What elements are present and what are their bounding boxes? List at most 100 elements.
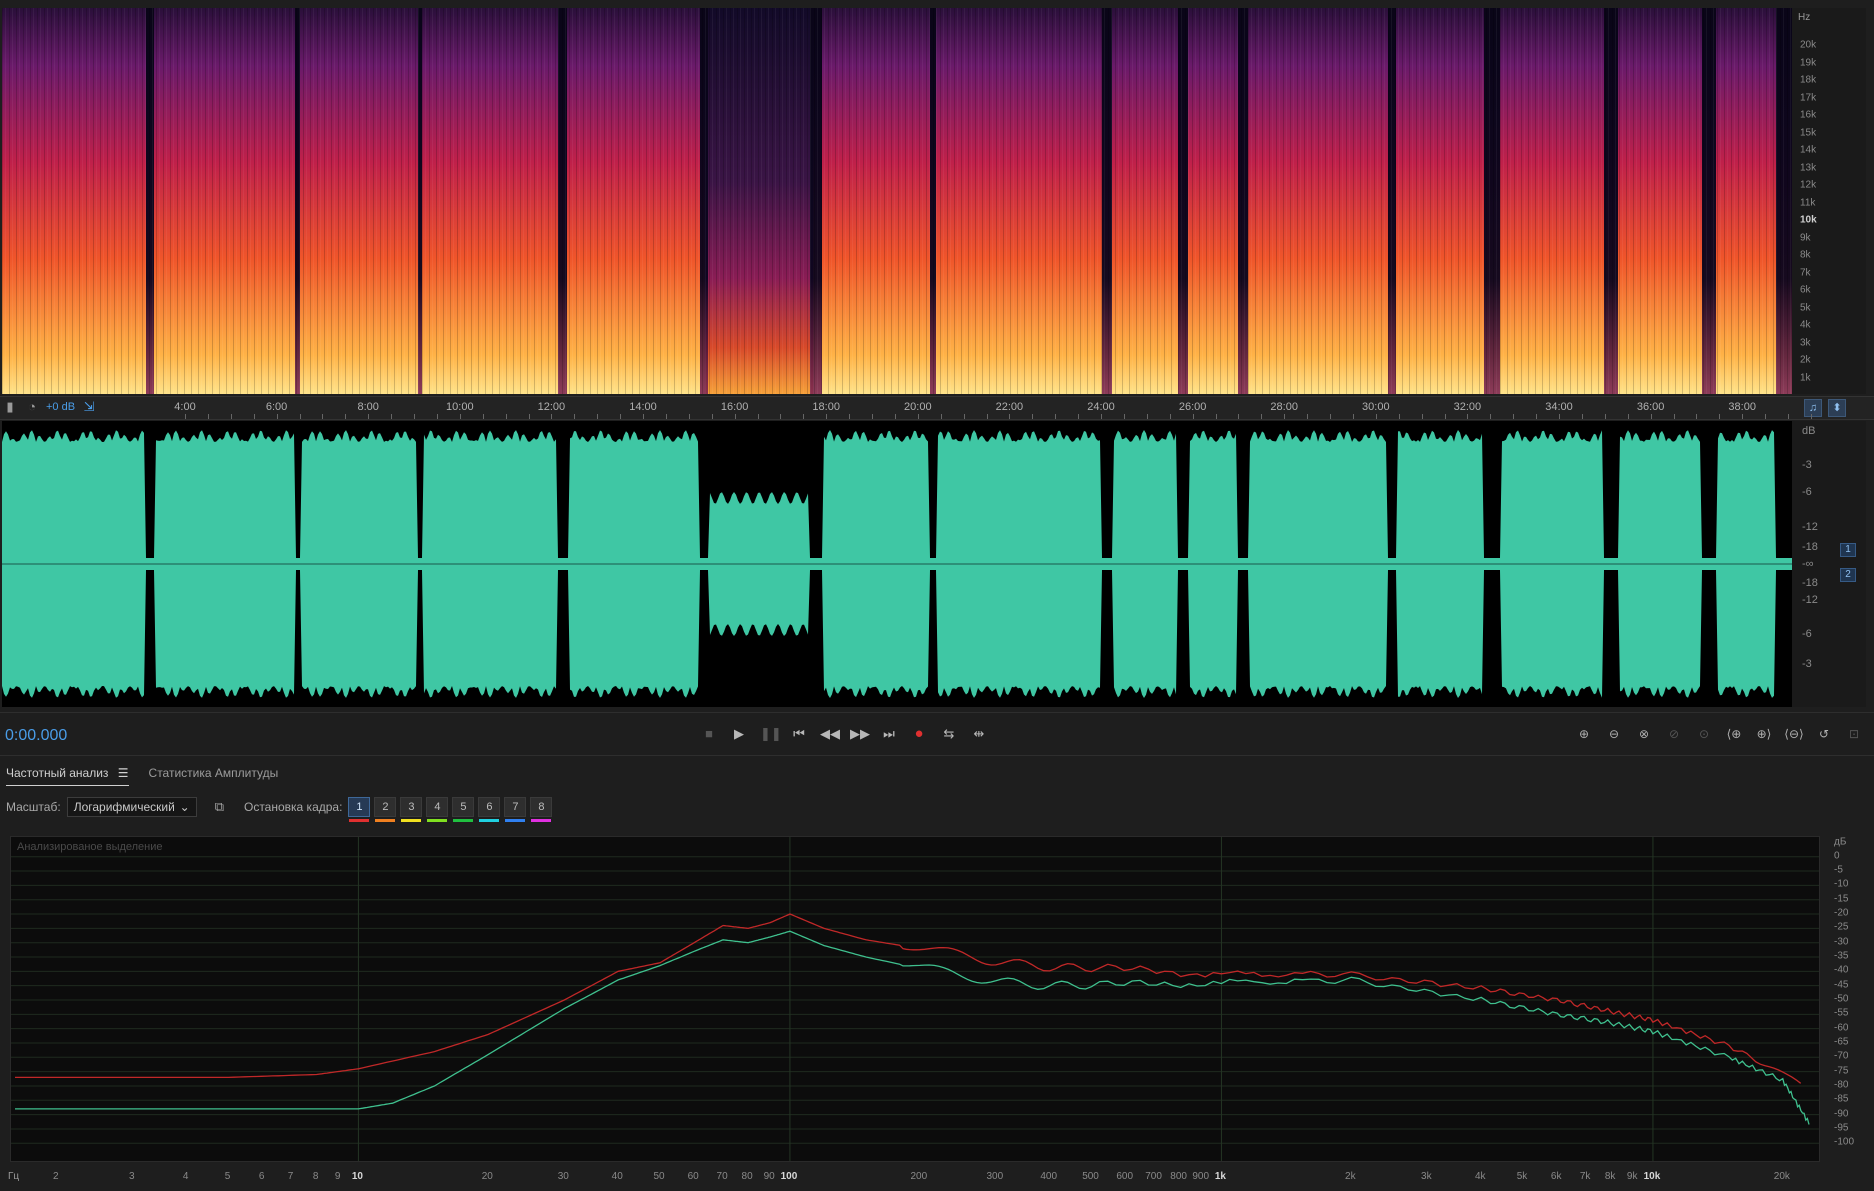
- zoom-history-icon[interactable]: ↺: [1814, 725, 1834, 743]
- analysis-db-tick: -85: [1834, 1093, 1849, 1105]
- db-tick: -3: [1802, 658, 1812, 670]
- freeze-frame-2[interactable]: 2: [374, 797, 397, 822]
- frequency-graph[interactable]: Анализированое выделение: [10, 836, 1820, 1162]
- zoom-lock-icon[interactable]: ⊡: [1844, 725, 1864, 743]
- gain-value[interactable]: +0 dB: [46, 401, 75, 413]
- channel-1-button[interactable]: 1: [1840, 543, 1856, 557]
- freeze-frame-7[interactable]: 7: [504, 797, 527, 822]
- freq-tick-label: 90: [763, 1171, 775, 1182]
- freq-tick-label: 900: [1192, 1171, 1210, 1182]
- zoom-in-right-icon[interactable]: ⊕⟩: [1754, 725, 1774, 743]
- time-tick-mark: [1169, 414, 1171, 419]
- analysis-db-tick: -10: [1834, 878, 1849, 890]
- freq-tick-label: 7: [287, 1171, 294, 1182]
- time-tick-mark: [185, 414, 186, 419]
- copy-icon[interactable]: ⧉: [215, 799, 224, 815]
- skip-start-icon[interactable]: ⏮: [790, 725, 808, 743]
- play-icon[interactable]: ▶: [730, 725, 748, 743]
- loop-icon[interactable]: ⇆: [940, 725, 958, 743]
- time-tick-mark: [1513, 414, 1515, 419]
- time-ruler[interactable]: ▮ ◔ +0 dB ⇲ ♫ ⬍ 4:00 6:00 8:00 10:00 12:00 14…: [0, 396, 1874, 420]
- zoom-in-left-icon[interactable]: ⟨⊕: [1724, 725, 1744, 743]
- freq-tick-label: 70: [716, 1171, 728, 1182]
- analysis-db-tick: -90: [1834, 1108, 1849, 1120]
- record-icon[interactable]: ●: [910, 725, 928, 743]
- freeze-frame-4[interactable]: 4: [426, 797, 449, 822]
- time-tick-label: 20:00: [904, 401, 932, 413]
- channel-2-button[interactable]: 2: [1840, 568, 1856, 582]
- db-tick: -∞: [1802, 558, 1814, 570]
- waveform-display[interactable]: [2, 421, 1792, 707]
- spectral-display[interactable]: [2, 8, 1792, 394]
- stop-icon[interactable]: ■: [700, 725, 718, 743]
- time-tick-mark: [299, 414, 301, 419]
- freq-tick-label: 700: [1145, 1171, 1162, 1182]
- time-tick-mark: [688, 414, 690, 419]
- freq-tick-label: 6: [258, 1171, 265, 1182]
- tab-amplitude-statistics[interactable]: Статистика Амплитуды: [149, 760, 279, 786]
- zoom-fit-icon[interactable]: ⊙: [1694, 725, 1714, 743]
- time-tick-mark: [1467, 414, 1469, 419]
- time-tick-mark: [849, 414, 851, 419]
- analysis-db-tick: -60: [1834, 1022, 1849, 1034]
- zoom-reset-icon[interactable]: ⊗: [1634, 725, 1654, 743]
- time-tick-mark: [505, 414, 507, 419]
- time-tick-label: 34:00: [1545, 401, 1573, 413]
- time-tick-label: 30:00: [1362, 401, 1390, 413]
- scale-dropdown[interactable]: Логарифмический ⌄: [66, 797, 197, 817]
- analysis-db-tick: -30: [1834, 936, 1849, 948]
- skip-selection-icon[interactable]: ⇹: [970, 725, 988, 743]
- freeze-frame-6[interactable]: 6: [478, 797, 501, 822]
- time-tick-mark: [734, 414, 736, 419]
- time-tick-label: 28:00: [1270, 401, 1298, 413]
- rewind-icon[interactable]: ◀◀: [820, 725, 840, 743]
- time-tick-label: 10:00: [446, 401, 474, 413]
- db-tick: -3: [1802, 459, 1812, 471]
- hz-tick: 12k: [1800, 179, 1817, 191]
- freeze-frame-5[interactable]: 5: [452, 797, 475, 822]
- analysis-db-tick: -80: [1834, 1079, 1849, 1091]
- fast-forward-icon[interactable]: ▶▶: [850, 725, 870, 743]
- transport-bar: 0:00.000 ■ ▶ ❚❚ ⏮ ◀◀ ▶▶ ⏭ ● ⇆ ⇹ ⊕ ⊖ ⊗ ⊘ …: [0, 712, 1874, 756]
- time-tick-mark: [368, 414, 370, 419]
- level-meter-icon[interactable]: ▮: [2, 399, 18, 415]
- pin-icon[interactable]: ⇲: [81, 399, 97, 415]
- time-tick-mark: [1078, 414, 1080, 419]
- time-tick-mark: [1215, 414, 1217, 419]
- tab-frequency-analysis[interactable]: Частотный анализ ☰: [6, 760, 129, 786]
- freeze-frame-1[interactable]: 1: [348, 797, 371, 822]
- menu-icon[interactable]: ☰: [118, 766, 129, 780]
- freeze-label: Остановка кадра:: [243, 800, 343, 814]
- hz-tick: 19k: [1800, 57, 1817, 68]
- zoom-out-amplitude-icon[interactable]: ⊖: [1604, 725, 1624, 743]
- zoom-out-full-icon[interactable]: ⟨⊖⟩: [1784, 725, 1804, 743]
- db-tick: -6: [1802, 486, 1812, 498]
- headphones-icon[interactable]: ♫: [1804, 399, 1822, 417]
- gain-knob-icon[interactable]: ◔: [24, 399, 40, 415]
- chevron-down-icon: ⌄: [179, 800, 190, 814]
- freeze-frame-number: 2: [382, 801, 389, 813]
- hz-tick: 2k: [1800, 354, 1811, 366]
- scale-value: Логарифмический: [73, 800, 175, 814]
- time-tick-label: 4:00: [174, 401, 196, 413]
- freq-tick-label: 100: [780, 1171, 798, 1182]
- freeze-frame-8[interactable]: 8: [530, 797, 553, 822]
- skip-end-icon[interactable]: ⏭: [880, 725, 898, 743]
- time-tick-mark: [1627, 414, 1629, 419]
- time-tick-mark: [872, 414, 873, 419]
- freeze-frame-3[interactable]: 3: [400, 797, 423, 822]
- freeze-frame-number: 7: [512, 801, 519, 813]
- time-tick-mark: [322, 414, 324, 419]
- freq-tick-label: 40: [611, 1171, 623, 1182]
- time-tick-mark: [1559, 414, 1560, 419]
- freq-tick-label: 600: [1116, 1171, 1134, 1182]
- marker-icon[interactable]: ⬍: [1828, 399, 1846, 417]
- zoom-in-amplitude-icon[interactable]: ⊕: [1574, 725, 1594, 743]
- zoom-selection-icon[interactable]: ⊘: [1664, 725, 1684, 743]
- current-time[interactable]: 0:00.000: [5, 727, 67, 745]
- time-tick-mark: [803, 414, 805, 419]
- pause-icon[interactable]: ❚❚: [760, 725, 782, 743]
- time-tick-mark: [1009, 414, 1011, 419]
- time-tick-mark: [459, 414, 461, 419]
- freq-tick-label: 8: [312, 1171, 319, 1182]
